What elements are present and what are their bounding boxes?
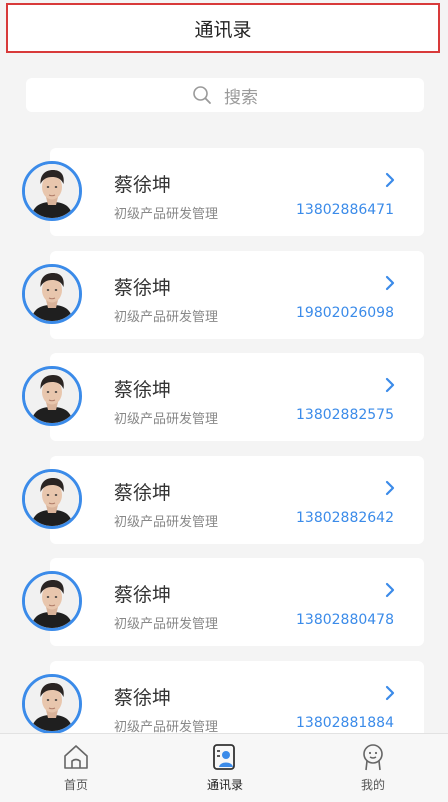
contact-phone[interactable]: 13802886471 — [296, 202, 394, 218]
avatar — [22, 571, 82, 631]
contact-phone[interactable]: 13802880478 — [296, 612, 394, 628]
list-item[interactable]: 蔡徐坤 初级产品研发管理 19802026098 — [0, 251, 448, 341]
tab-home-label: 首页 — [63, 778, 88, 792]
avatar — [22, 366, 82, 426]
contact-title: 初级产品研发管理 — [114, 310, 219, 325]
chevron-right-icon[interactable] — [384, 480, 396, 500]
contact-title: 初级产品研发管理 — [114, 515, 219, 530]
contact-card[interactable] — [50, 456, 424, 544]
contact-name: 蔡徐坤 — [114, 174, 172, 196]
contacts-page: 通讯录 搜索 蔡徐坤 初级产品研发管理 13802886471 蔡徐坤 初级产品… — [0, 0, 448, 802]
search-input[interactable]: 搜索 — [26, 78, 424, 112]
contacts-icon — [210, 742, 240, 776]
list-item[interactable]: 蔡徐坤 初级产品研发管理 13802882575 — [0, 353, 448, 443]
page-header: 通讯录 — [6, 3, 440, 53]
contact-title: 初级产品研发管理 — [114, 617, 219, 632]
contact-name: 蔡徐坤 — [114, 584, 172, 606]
bottom-tab-bar: 首页 通讯录 我的 — [0, 733, 448, 802]
contact-phone[interactable]: 13802882575 — [296, 407, 394, 423]
contact-card[interactable] — [50, 148, 424, 236]
chevron-right-icon[interactable] — [384, 275, 396, 295]
avatar — [22, 469, 82, 529]
contact-title: 初级产品研发管理 — [114, 207, 219, 222]
chevron-right-icon[interactable] — [384, 172, 396, 192]
contact-card[interactable] — [50, 251, 424, 339]
contact-name: 蔡徐坤 — [114, 277, 172, 299]
list-item[interactable]: 蔡徐坤 初级产品研发管理 13802880478 — [0, 558, 448, 648]
search-icon — [192, 85, 212, 105]
profile-face-icon — [358, 742, 388, 776]
list-item[interactable]: 蔡徐坤 初级产品研发管理 13802882642 — [0, 456, 448, 546]
tab-home[interactable]: 首页 — [16, 734, 136, 802]
contact-phone[interactable]: 13802881884 — [296, 715, 394, 731]
chevron-right-icon[interactable] — [384, 582, 396, 602]
avatar — [22, 161, 82, 221]
chevron-right-icon[interactable] — [384, 685, 396, 705]
home-icon — [61, 742, 91, 776]
contact-card[interactable] — [50, 558, 424, 646]
contact-card[interactable] — [50, 353, 424, 441]
contact-title: 初级产品研发管理 — [114, 412, 219, 427]
contact-name: 蔡徐坤 — [114, 687, 172, 709]
contact-name: 蔡徐坤 — [114, 379, 172, 401]
list-item[interactable]: 蔡徐坤 初级产品研发管理 13802886471 — [0, 148, 448, 238]
tab-mine-label: 我的 — [360, 778, 385, 792]
contact-phone[interactable]: 19802026098 — [296, 305, 394, 321]
contact-name: 蔡徐坤 — [114, 482, 172, 504]
chevron-right-icon[interactable] — [384, 377, 396, 397]
page-title: 通讯录 — [194, 18, 252, 41]
search-placeholder: 搜索 — [224, 87, 258, 108]
avatar — [22, 264, 82, 324]
tab-contacts-label: 通讯录 — [206, 778, 243, 792]
tab-mine[interactable]: 我的 — [313, 734, 433, 802]
contact-phone[interactable]: 13802882642 — [296, 510, 394, 526]
avatar — [22, 674, 82, 734]
tab-contacts[interactable]: 通讯录 — [165, 734, 285, 802]
